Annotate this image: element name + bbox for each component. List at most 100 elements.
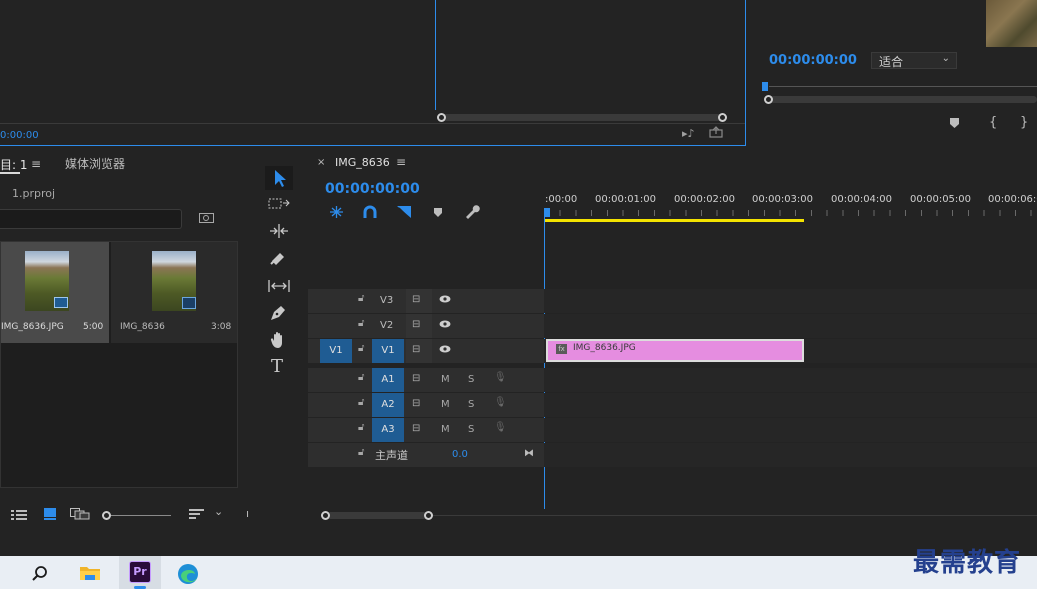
mark-in-icon[interactable]: { xyxy=(989,115,997,130)
timeline-timecode[interactable]: 00:00:00:00 xyxy=(325,181,420,197)
track-target-a2[interactable]: A2 xyxy=(372,393,404,417)
track-output-icon[interactable]: ⊟ xyxy=(412,344,420,355)
timeline-scroll-handle-right[interactable] xyxy=(424,511,433,520)
track-select-tool[interactable] xyxy=(268,196,290,212)
tab-media-browser[interactable]: 媒体浏览器 xyxy=(65,155,125,172)
project-item[interactable]: IMG_8636 3:08 xyxy=(111,242,237,343)
lock-icon[interactable]: 🔓︎ xyxy=(358,318,364,329)
project-item[interactable]: IMG_8636.JPG 5:00 xyxy=(1,242,109,343)
insert-icon[interactable]: ▸♪ xyxy=(682,127,695,140)
lock-icon[interactable]: 🔓︎ xyxy=(358,397,364,408)
list-view-icon[interactable] xyxy=(11,509,27,520)
timeline-scrollbar[interactable] xyxy=(326,512,428,519)
microphone-icon[interactable]: 🎙︎ xyxy=(494,372,507,383)
track-master[interactable] xyxy=(544,443,1037,467)
razor-tool[interactable] xyxy=(269,250,287,266)
program-zoom-scrollbar[interactable] xyxy=(769,96,1037,103)
type-tool[interactable]: T xyxy=(271,356,283,377)
work-area-bar[interactable] xyxy=(544,219,804,222)
sequence-badge-icon xyxy=(54,297,68,308)
lock-icon[interactable]: 🔓︎ xyxy=(358,343,364,354)
premiere-taskbar-button[interactable]: Pr xyxy=(119,556,161,589)
track-a2[interactable] xyxy=(544,393,1037,417)
program-timecode[interactable]: 00:00:00:00 xyxy=(769,53,857,68)
zoom-scrollbar[interactable] xyxy=(440,114,724,121)
fit-dropdown[interactable]: 适合 ⌄ xyxy=(871,52,957,69)
program-playhead[interactable] xyxy=(762,82,768,91)
scroll-handle-left[interactable] xyxy=(437,113,446,122)
track-target-a1[interactable]: A1 xyxy=(372,368,404,392)
search-input[interactable] xyxy=(0,209,182,229)
track-output-icon[interactable]: ⊟ xyxy=(412,423,420,434)
search-icon[interactable] xyxy=(31,565,49,583)
track-output-icon[interactable]: ⊟ xyxy=(412,319,420,330)
ripple-edit-tool[interactable] xyxy=(268,223,290,239)
mute-button[interactable]: M xyxy=(441,374,450,385)
lock-icon[interactable]: 🔓︎ xyxy=(358,422,364,433)
item-duration: 3:08 xyxy=(211,322,232,332)
track-v1[interactable]: fx IMG_8636.JPG xyxy=(544,339,1037,363)
freeform-view-icon[interactable] xyxy=(70,508,90,520)
wrench-icon[interactable] xyxy=(464,205,480,219)
sequence-tab[interactable]: IMG_8636 xyxy=(335,156,390,169)
edge-icon[interactable] xyxy=(177,563,199,585)
track-v2[interactable] xyxy=(544,314,1037,338)
microphone-icon[interactable]: 🎙︎ xyxy=(494,422,507,433)
track-a1[interactable] xyxy=(544,368,1037,392)
clip[interactable]: fx IMG_8636.JPG xyxy=(546,339,804,362)
panel-menu-icon[interactable]: ≡ xyxy=(396,155,406,169)
microphone-icon[interactable]: 🎙︎ xyxy=(494,397,507,408)
nest-icon[interactable] xyxy=(329,205,344,219)
eye-icon[interactable] xyxy=(439,344,451,354)
marker-icon[interactable] xyxy=(949,117,960,129)
snap-icon[interactable] xyxy=(363,205,377,219)
pen-tool[interactable] xyxy=(269,304,287,322)
lock-icon[interactable]: 🔓︎ xyxy=(358,372,364,383)
file-explorer-icon[interactable] xyxy=(79,564,101,582)
time-ruler[interactable]: :00:00 00:00:01:00 00:00:02:00 00:00:03:… xyxy=(544,188,1037,222)
more-icon[interactable]: ı xyxy=(246,507,249,520)
tab-project[interactable]: 目: 1 xyxy=(0,156,28,173)
hand-tool[interactable] xyxy=(270,331,288,349)
track-target-v1[interactable]: V1 xyxy=(372,339,404,363)
eye-icon[interactable] xyxy=(439,294,451,304)
close-icon[interactable]: × xyxy=(317,157,325,168)
solo-button[interactable]: S xyxy=(468,374,474,385)
track-output-icon[interactable]: ⊟ xyxy=(412,398,420,409)
slip-tool[interactable] xyxy=(268,278,290,294)
selection-tool[interactable] xyxy=(265,166,293,190)
track-label[interactable]: V2 xyxy=(380,320,393,331)
zoom-slider-handle[interactable] xyxy=(102,511,111,520)
track-target-a3[interactable]: A3 xyxy=(372,418,404,442)
mute-button[interactable]: M xyxy=(441,399,450,410)
solo-button[interactable]: S xyxy=(468,399,474,410)
lock-icon[interactable]: 🔓︎ xyxy=(358,447,364,458)
mute-button[interactable]: M xyxy=(441,424,450,435)
track-output-icon[interactable]: ⊟ xyxy=(412,294,420,305)
playhead-handle[interactable] xyxy=(544,208,550,217)
solo-button[interactable]: S xyxy=(468,424,474,435)
timeline-scroll-handle-left[interactable] xyxy=(321,511,330,520)
add-marker-icon[interactable] xyxy=(433,207,443,218)
export-frame-icon[interactable] xyxy=(709,126,723,138)
track-label[interactable]: V3 xyxy=(380,295,393,306)
lock-icon[interactable]: 🔓︎ xyxy=(358,293,364,304)
panel-menu-icon[interactable]: ≡ xyxy=(31,157,41,171)
mark-out-icon[interactable]: } xyxy=(1020,115,1028,130)
track-a3[interactable] xyxy=(544,418,1037,442)
scroll-handle-right[interactable] xyxy=(718,113,727,122)
track-output-icon[interactable]: ⊟ xyxy=(412,373,420,384)
program-scroll-handle[interactable] xyxy=(764,95,773,104)
chevron-down-icon[interactable]: ⌄ xyxy=(214,505,223,518)
source-patch-v1[interactable]: V1 xyxy=(320,339,352,363)
sort-icon[interactable] xyxy=(189,508,205,520)
linked-selection-icon[interactable] xyxy=(396,205,412,219)
icon-view-icon[interactable] xyxy=(44,508,56,520)
source-timecode[interactable]: 0:00:00 xyxy=(0,130,39,141)
master-volume[interactable]: 0.0 xyxy=(452,449,468,460)
eye-icon[interactable] xyxy=(439,319,451,329)
go-to-in-out-icon[interactable]: ⧓ xyxy=(524,448,534,459)
track-v3[interactable] xyxy=(544,289,1037,313)
zoom-slider[interactable] xyxy=(111,515,171,516)
new-search-bin-icon[interactable] xyxy=(199,212,215,224)
